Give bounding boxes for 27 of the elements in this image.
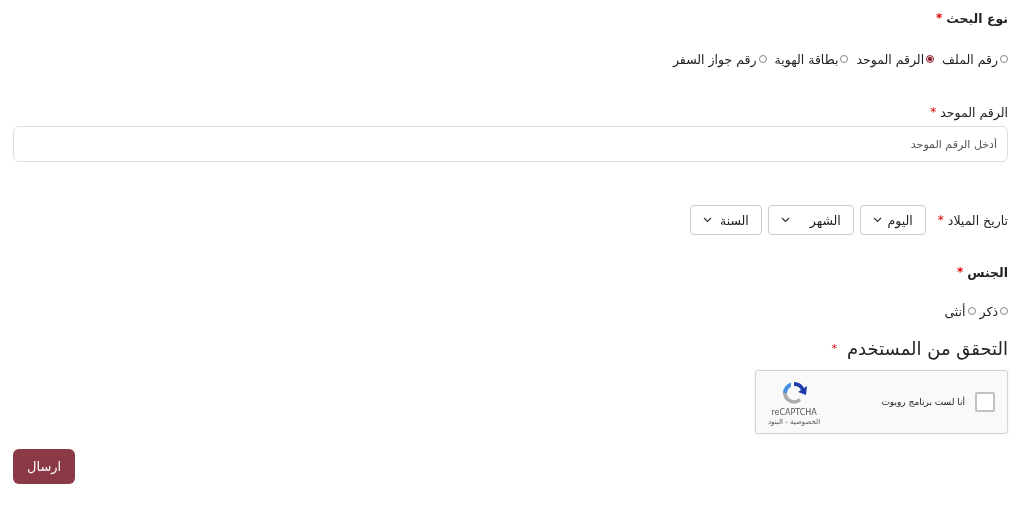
select-field[interactable]: السنة [689,205,762,235]
field-label: تاريخ الميلاد [947,212,1008,228]
field-label: نوع البحث [946,10,1008,26]
radio-option[interactable]: رقم الملف [942,51,1008,67]
chevron-icon [780,217,790,223]
radio-option[interactable]: أنثى [944,303,976,319]
chevron-icon [872,217,882,223]
chevron-icon [702,217,712,223]
select-field[interactable]: اليوم [859,205,926,235]
field-label: الجنس [967,264,1008,280]
checkbox-label: أنا لست برنامج روبوت [880,397,965,407]
select-field[interactable]: الشهر [767,205,854,235]
radio-option[interactable]: رقم جواز السفر [672,51,767,67]
submit-button[interactable]: ارسال [13,449,76,484]
checkbox[interactable] [975,392,995,412]
required-mark: * [935,11,943,25]
section-title: التحقق من المستخدم [846,337,1008,359]
radio-icon[interactable] [926,55,935,63]
radio-option[interactable]: ذكر [979,303,1008,319]
radio-option[interactable]: الرقم الموحد [856,51,935,67]
radio-option[interactable]: بطاقة الهوية [774,51,849,67]
brand-label: reCAPTCHA [771,407,817,417]
required-mark: * [930,105,937,119]
required-mark: * [937,213,944,227]
required-mark: * [831,341,837,355]
field-label: الرقم الموحد [940,104,1008,120]
required-mark: * [956,265,964,279]
